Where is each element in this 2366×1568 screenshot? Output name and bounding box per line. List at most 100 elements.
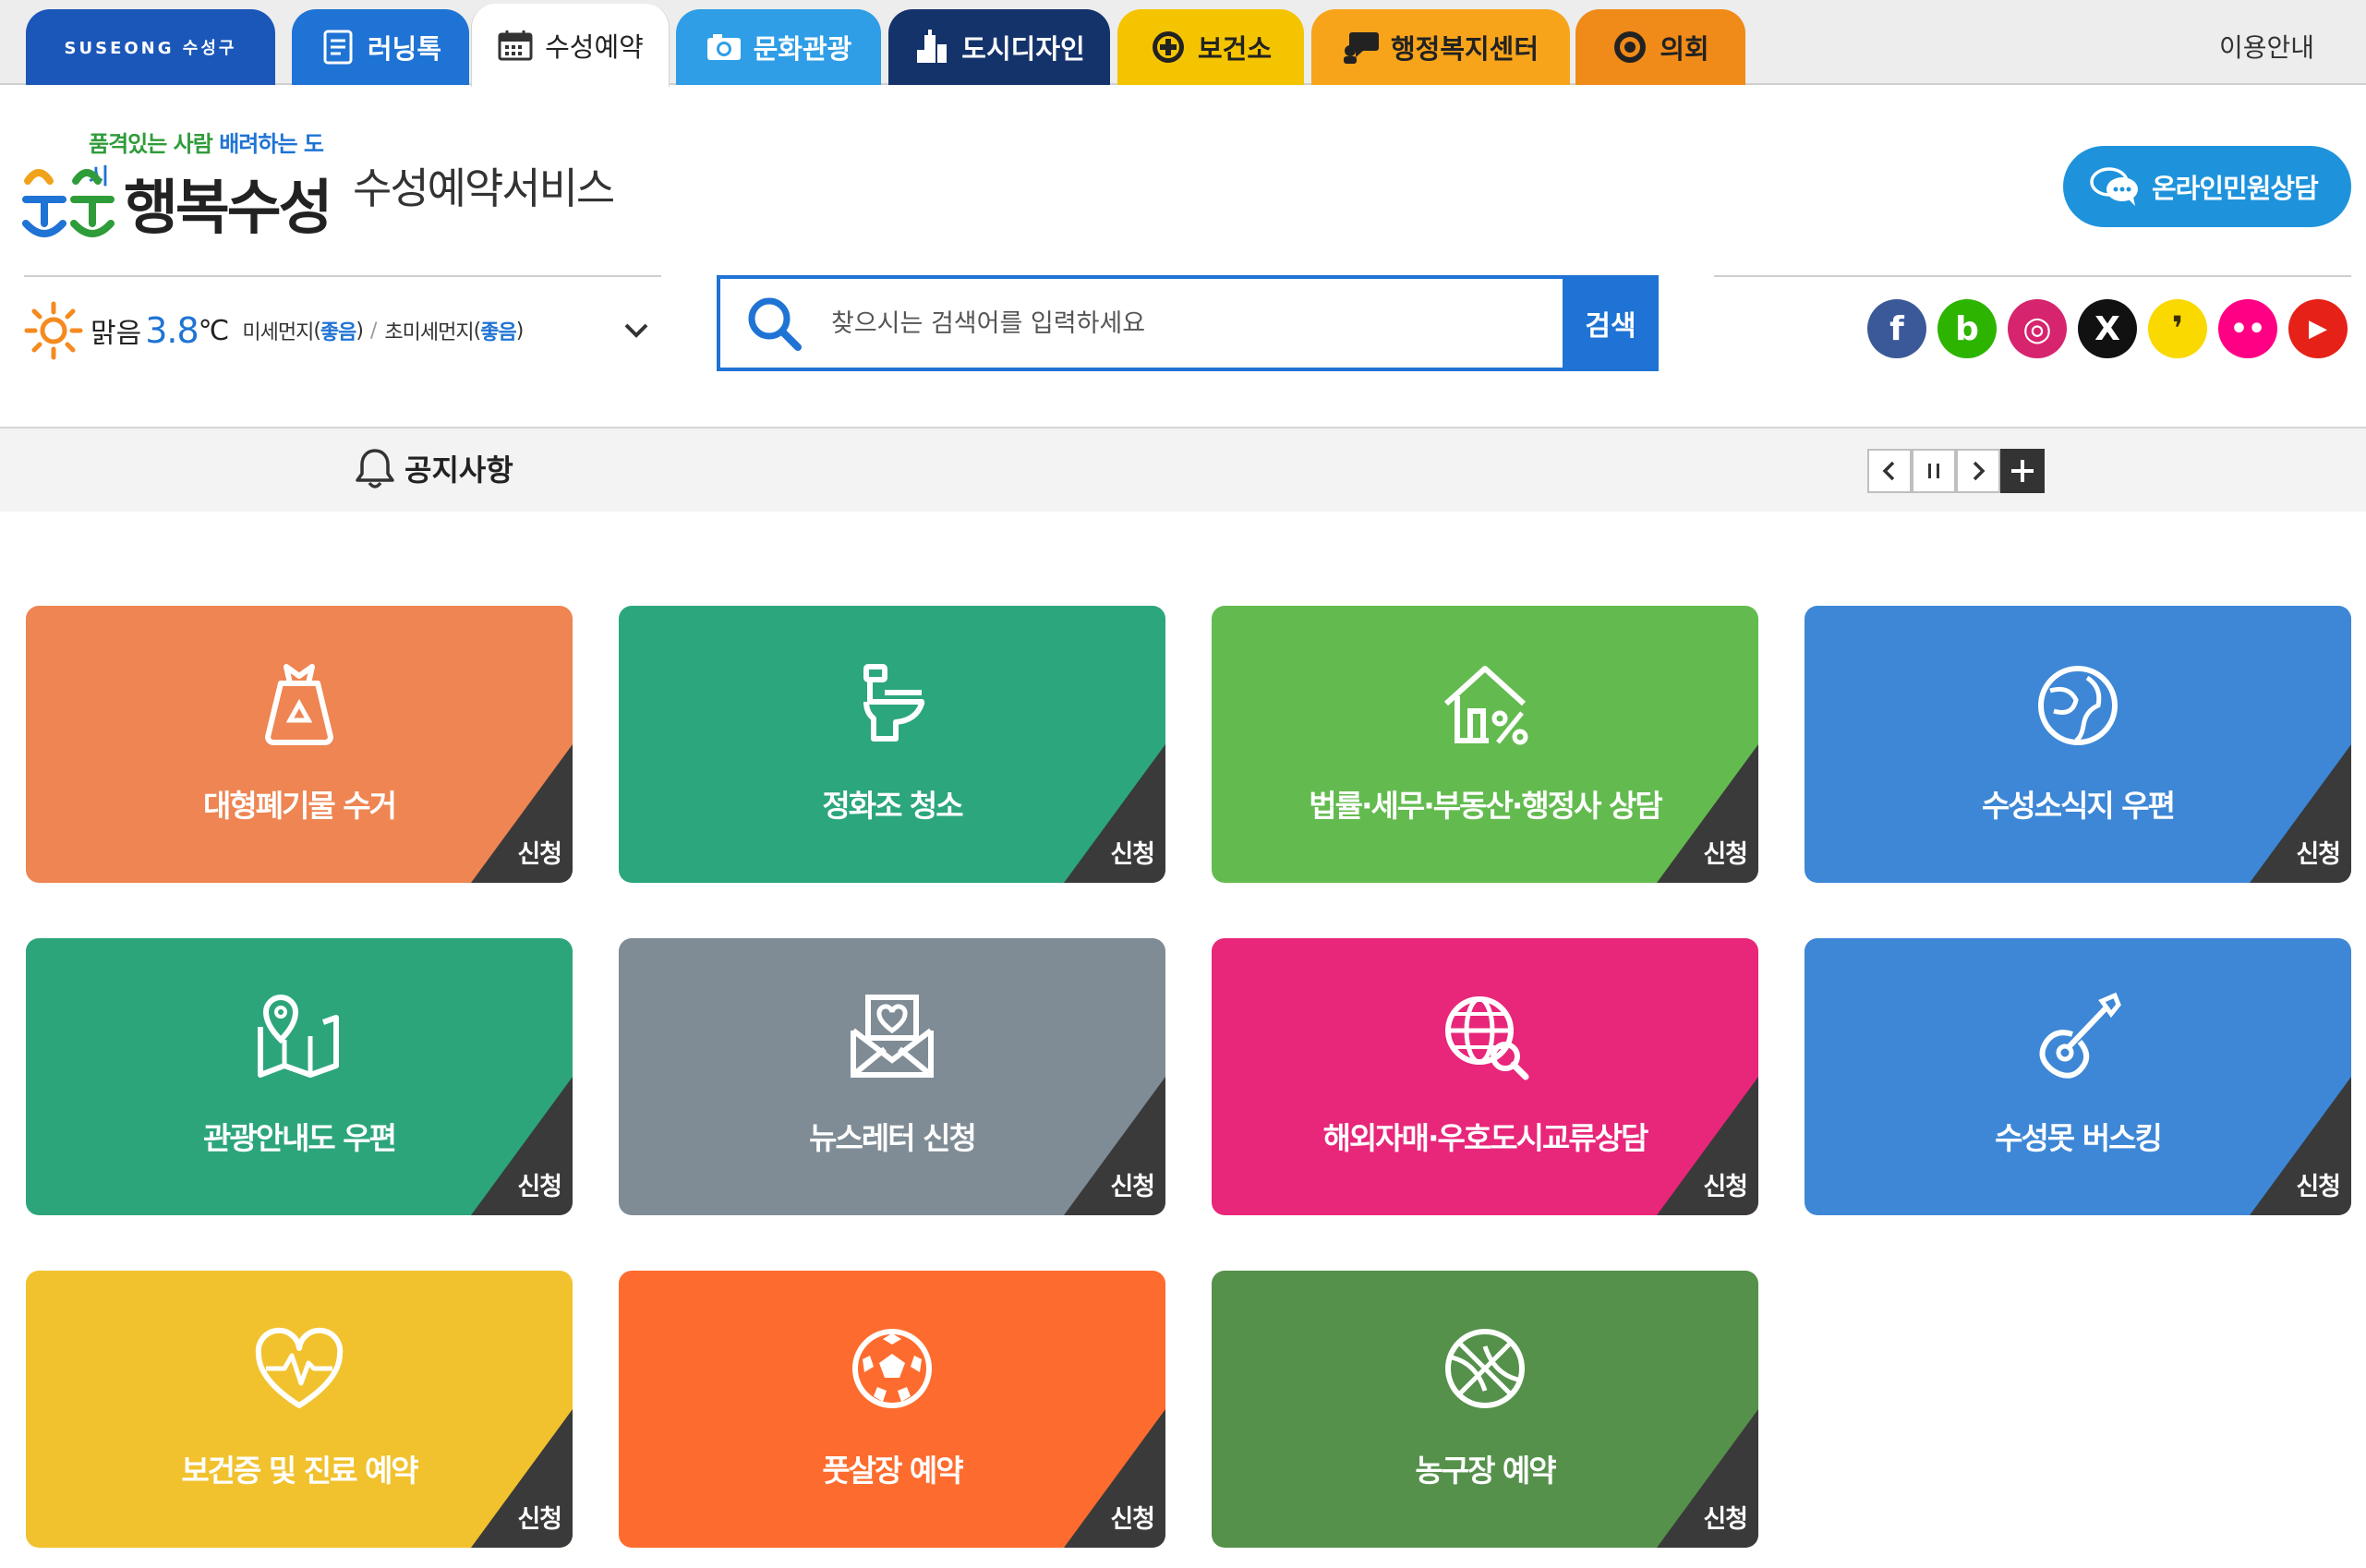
divider (24, 275, 661, 277)
apply-button[interactable]: 신청 (1703, 1166, 1748, 1202)
tab-council[interactable]: 의회 (1575, 9, 1745, 85)
chat-bubble-icon (2090, 167, 2138, 206)
service-card[interactable]: 대형폐기물 수거 신청 (26, 606, 573, 883)
search-input[interactable] (813, 282, 1570, 365)
apply-button[interactable]: 신청 (1703, 1499, 1748, 1535)
weather-temperature: 3.8 (145, 310, 199, 351)
notice-prev-button[interactable] (1867, 449, 1912, 493)
tab-city-design[interactable]: 도시디자인 (888, 9, 1110, 85)
fine-dust-label: 미세먼지 (242, 321, 314, 344)
logo-main-text: 행복수성 (124, 175, 333, 243)
envelope-heart-icon (851, 995, 934, 1078)
tab-culture-label: 문화관광 (753, 33, 852, 65)
service-card[interactable]: 풋살장 예약 신청 (619, 1271, 1165, 1548)
apply-button[interactable]: 신청 (517, 1499, 562, 1535)
notice-pause-button[interactable] (1912, 449, 1956, 493)
ultrafine-dust-label: 초미세먼지 (384, 321, 474, 344)
toilet-icon (863, 664, 925, 742)
search-button[interactable]: 검색 (1563, 275, 1659, 371)
apply-button[interactable]: 신청 (1703, 834, 1748, 870)
service-card[interactable]: 법률·세무·부동산·행정사 상담 신청 (1212, 606, 1758, 883)
chevron-left-icon (1882, 461, 1895, 481)
paren: ( (313, 319, 321, 343)
notice-heading[interactable]: 공지사항 (355, 447, 513, 489)
tab-suseong-label: SUSEONG 수성구 (64, 39, 237, 58)
service-card[interactable]: 보건증 및 진료 예약 신청 (26, 1271, 573, 1548)
service-card[interactable]: 정화조 청소 신청 (619, 606, 1165, 883)
service-card[interactable]: 관광안내도 우편 신청 (26, 938, 573, 1215)
chevron-down-icon[interactable] (621, 314, 652, 345)
sun-icon (24, 301, 83, 360)
tab-running-talk[interactable]: 러닝톡 (292, 9, 469, 85)
tab-welfare-label: 행정복지센터 (1390, 33, 1539, 65)
service-card[interactable]: 농구장 예약 신청 (1212, 1271, 1758, 1548)
service-card[interactable]: 수성소식지 우편 신청 (1805, 606, 2351, 883)
site-logo[interactable]: 품격있는 사람 배려하는 도시 행복수성 (22, 126, 336, 246)
house-percent-icon (1443, 666, 1528, 745)
plus-icon (2011, 460, 2034, 482)
youtube-icon[interactable]: ▶ (2288, 299, 2348, 358)
guitar-icon (2039, 992, 2121, 1079)
notice-title: 공지사항 (404, 452, 513, 488)
tab-design-label: 도시디자인 (961, 33, 1085, 65)
chat-people-icon (1343, 29, 1380, 66)
bell-icon (356, 449, 394, 488)
apply-button[interactable]: 신청 (2296, 1166, 2341, 1202)
temperature-unit: ℃ (198, 314, 230, 347)
tab-suseong-gu[interactable]: SUSEONG 수성구 (26, 9, 275, 85)
apply-button[interactable]: 신청 (2296, 834, 2341, 870)
camera-icon (706, 29, 742, 66)
search-icon (735, 284, 813, 362)
usage-guide-link[interactable]: 이용안내 (2219, 28, 2314, 65)
building-icon (913, 29, 950, 66)
tab-running-label: 러닝톡 (367, 33, 442, 65)
flickr-icon[interactable]: •• (2218, 299, 2277, 358)
apply-button[interactable]: 신청 (1110, 1499, 1155, 1535)
kakao-story-icon[interactable]: ❜ (2148, 299, 2207, 358)
logo-mark-icon (22, 169, 115, 237)
blog-icon[interactable]: b (1937, 299, 1997, 358)
top-tab-bar: SUSEONG 수성구 러닝톡 수성예약 문화관광 도시디자인 보건소 행정복지… (0, 0, 2366, 87)
notice-bar: 공지사항 (0, 427, 2366, 512)
document-icon (320, 29, 356, 66)
notice-next-button[interactable] (1956, 449, 2000, 493)
tab-culture-tourism[interactable]: 문화관광 (676, 9, 881, 85)
search-box (717, 275, 1659, 371)
paren: ( (473, 319, 482, 343)
sns-links: f b ◎ X ❜ •• ▶ (1867, 299, 2348, 358)
service-card[interactable]: 해외자매·우호도시교류상담 신청 (1212, 938, 1758, 1215)
apply-button[interactable]: 신청 (1110, 834, 1155, 870)
apply-button[interactable]: 신청 (517, 1166, 562, 1202)
service-card[interactable]: 뉴스레터 신청 신청 (619, 938, 1165, 1215)
apply-button[interactable]: 신청 (517, 834, 562, 870)
apply-button[interactable]: 신청 (1110, 1166, 1155, 1202)
fine-dust-value: 좋음 (320, 321, 356, 344)
recycle-bag-icon (265, 664, 333, 745)
heart-pulse-icon (255, 1327, 344, 1408)
facebook-icon[interactable]: f (1867, 299, 1926, 358)
tab-welfare-center[interactable]: 행정복지센터 (1311, 9, 1570, 85)
calendar-icon (497, 27, 534, 64)
tab-booking-label: 수성예약 (545, 31, 644, 63)
tab-suseong-booking[interactable]: 수성예약 (471, 4, 670, 87)
separator: / (369, 319, 378, 343)
council-emblem-icon (1612, 29, 1648, 66)
notice-more-button[interactable] (2000, 449, 2045, 493)
tab-council-label: 의회 (1660, 33, 1709, 65)
globe-leaf-icon (2038, 666, 2118, 745)
paren: ) (356, 319, 364, 343)
soccer-ball-icon (852, 1329, 932, 1408)
paren: ) (515, 319, 525, 343)
service-card[interactable]: 수성못 버스킹 신청 (1805, 938, 2351, 1215)
divider (1714, 275, 2351, 277)
instagram-icon[interactable]: ◎ (2008, 299, 2067, 358)
medical-cross-icon (1150, 29, 1187, 66)
basketball-icon (1445, 1329, 1525, 1408)
online-consult-label: 온라인민원상담 (2152, 173, 2319, 204)
logo-tagline-left: 품격있는 사람 (89, 131, 213, 157)
pause-icon (1928, 464, 1939, 478)
ultrafine-dust-value: 좋음 (480, 321, 516, 344)
online-consult-button[interactable]: 온라인민원상담 (2063, 146, 2351, 227)
x-icon[interactable]: X (2078, 299, 2137, 358)
tab-health-center[interactable]: 보건소 (1117, 9, 1304, 85)
